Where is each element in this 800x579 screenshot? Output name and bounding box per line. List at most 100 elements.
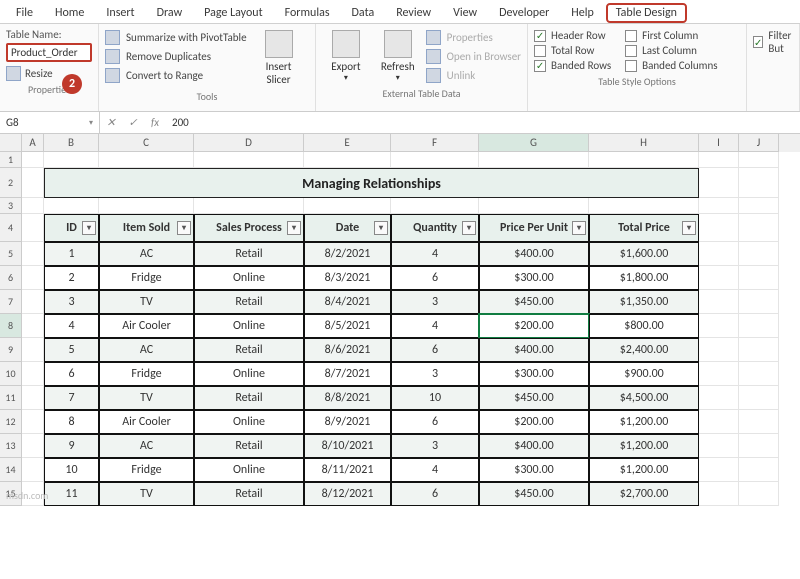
cell-date[interactable]: 8/6/2021	[304, 338, 391, 362]
cell-ppu[interactable]: $400.00	[479, 434, 589, 458]
cell-proc[interactable]: Retail	[194, 338, 304, 362]
row-3[interactable]: 3	[0, 198, 22, 214]
cell-qty[interactable]: 3	[391, 362, 479, 386]
cell-tot[interactable]: $900.00	[589, 362, 699, 386]
col-F[interactable]: F	[391, 134, 479, 152]
cell-date[interactable]: 8/11/2021	[304, 458, 391, 482]
th-ppu[interactable]: Price Per Unit▾	[479, 214, 589, 242]
cell-date[interactable]: 8/5/2021	[304, 314, 391, 338]
remove-duplicates-button[interactable]: Remove Duplicates	[105, 47, 247, 66]
cell-qty[interactable]: 4	[391, 242, 479, 266]
cell-tot[interactable]: $1,600.00	[589, 242, 699, 266]
chk-total-row[interactable]: Total Row	[534, 43, 611, 58]
th-tot[interactable]: Total Price▾	[589, 214, 699, 242]
cell-id[interactable]: 6	[44, 362, 99, 386]
col-E[interactable]: E	[304, 134, 391, 152]
filter-icon[interactable]: ▾	[572, 221, 586, 235]
select-all-corner[interactable]	[0, 134, 22, 152]
cell-id[interactable]: 5	[44, 338, 99, 362]
th-id[interactable]: ID▾	[44, 214, 99, 242]
cell-item[interactable]: AC	[99, 434, 194, 458]
th-date[interactable]: Date▾	[304, 214, 391, 242]
cell-id[interactable]: 7	[44, 386, 99, 410]
cell-tot[interactable]: $1,800.00	[589, 266, 699, 290]
cell-ppu[interactable]: $400.00	[479, 338, 589, 362]
summarize-pivot-button[interactable]: Summarize with PivotTable	[105, 28, 247, 47]
cell-proc[interactable]: Online	[194, 266, 304, 290]
cell-date[interactable]: 8/12/2021	[304, 482, 391, 506]
cell-tot[interactable]: $2,700.00	[589, 482, 699, 506]
tab-page-layout[interactable]: Page Layout	[194, 3, 272, 23]
tab-help[interactable]: Help	[561, 3, 604, 23]
refresh-button[interactable]: Refresh▾	[374, 28, 422, 85]
cell-item[interactable]: AC	[99, 338, 194, 362]
tab-developer[interactable]: Developer	[489, 3, 559, 23]
cell-id[interactable]: 11	[44, 482, 99, 506]
cell-item[interactable]: Air Cooler	[99, 314, 194, 338]
cell-date[interactable]: 8/4/2021	[304, 290, 391, 314]
fx-button[interactable]: fx	[144, 116, 166, 129]
cell-qty[interactable]: 4	[391, 458, 479, 482]
cell-tot[interactable]: $4,500.00	[589, 386, 699, 410]
cell-proc[interactable]: Online	[194, 458, 304, 482]
col-I[interactable]: I	[699, 134, 739, 152]
cell-proc[interactable]: Online	[194, 314, 304, 338]
cell-id[interactable]: 9	[44, 434, 99, 458]
tablename-input[interactable]: Product_Order	[6, 43, 92, 62]
cell-qty[interactable]: 6	[391, 410, 479, 434]
row-7[interactable]: 7	[0, 290, 22, 314]
insert-slicer-button[interactable]: Insert Slicer	[253, 28, 305, 88]
cell-item[interactable]: TV	[99, 386, 194, 410]
cell-tot[interactable]: $1,200.00	[589, 434, 699, 458]
row-2[interactable]: 2	[0, 168, 22, 198]
cell-ppu[interactable]: $450.00	[479, 386, 589, 410]
filter-icon[interactable]: ▾	[374, 221, 388, 235]
cell-item[interactable]: Fridge	[99, 458, 194, 482]
cell-date[interactable]: 8/10/2021	[304, 434, 391, 458]
cell-id[interactable]: 1	[44, 242, 99, 266]
cell-date[interactable]: 8/7/2021	[304, 362, 391, 386]
tab-review[interactable]: Review	[386, 3, 441, 23]
cell-id[interactable]: 8	[44, 410, 99, 434]
cell-tot[interactable]: $1,350.00	[589, 290, 699, 314]
tab-view[interactable]: View	[443, 3, 487, 23]
cell-ppu[interactable]: $300.00	[479, 362, 589, 386]
chk-banded-rows[interactable]: ✓Banded Rows	[534, 58, 611, 73]
chk-filter-button[interactable]: ✓Filter But	[753, 28, 793, 56]
cell-tot[interactable]: $800.00	[589, 314, 699, 338]
filter-icon[interactable]: ▾	[682, 221, 696, 235]
row-4[interactable]: 4	[0, 214, 22, 242]
tab-home[interactable]: Home	[45, 3, 94, 23]
cell-date[interactable]: 8/3/2021	[304, 266, 391, 290]
tab-formulas[interactable]: Formulas	[275, 3, 340, 23]
cell-item[interactable]: AC	[99, 242, 194, 266]
formula-input[interactable]: 200	[166, 112, 800, 133]
chk-first-col[interactable]: First Column	[625, 28, 717, 43]
cell-ppu[interactable]: $200.00	[479, 410, 589, 434]
tab-table-design[interactable]: Table Design	[606, 3, 687, 23]
cell-id[interactable]: 10	[44, 458, 99, 482]
th-qty[interactable]: Quantity▾	[391, 214, 479, 242]
cell-tot[interactable]: $1,200.00	[589, 458, 699, 482]
cell-ppu[interactable]: $450.00	[479, 482, 589, 506]
cell-item[interactable]: Fridge	[99, 362, 194, 386]
tab-insert[interactable]: Insert	[96, 3, 144, 23]
row-6[interactable]: 6	[0, 266, 22, 290]
cell-qty[interactable]: 6	[391, 338, 479, 362]
cell-qty[interactable]: 6	[391, 482, 479, 506]
cell-date[interactable]: 8/2/2021	[304, 242, 391, 266]
row-13[interactable]: 13	[0, 434, 22, 458]
cell-tot[interactable]: $2,400.00	[589, 338, 699, 362]
cell-item[interactable]: Air Cooler	[99, 410, 194, 434]
cell-id[interactable]: 4	[44, 314, 99, 338]
cell-proc[interactable]: Retail	[194, 242, 304, 266]
cell-item[interactable]: TV	[99, 290, 194, 314]
col-D[interactable]: D	[194, 134, 304, 152]
filter-icon[interactable]: ▾	[462, 221, 476, 235]
col-C[interactable]: C	[99, 134, 194, 152]
col-H[interactable]: H	[589, 134, 699, 152]
col-A[interactable]: A	[22, 134, 44, 152]
chk-header-row[interactable]: ✓Header Row	[534, 28, 611, 43]
tab-data[interactable]: Data	[342, 3, 385, 23]
cell-ppu[interactable]: $450.00	[479, 290, 589, 314]
